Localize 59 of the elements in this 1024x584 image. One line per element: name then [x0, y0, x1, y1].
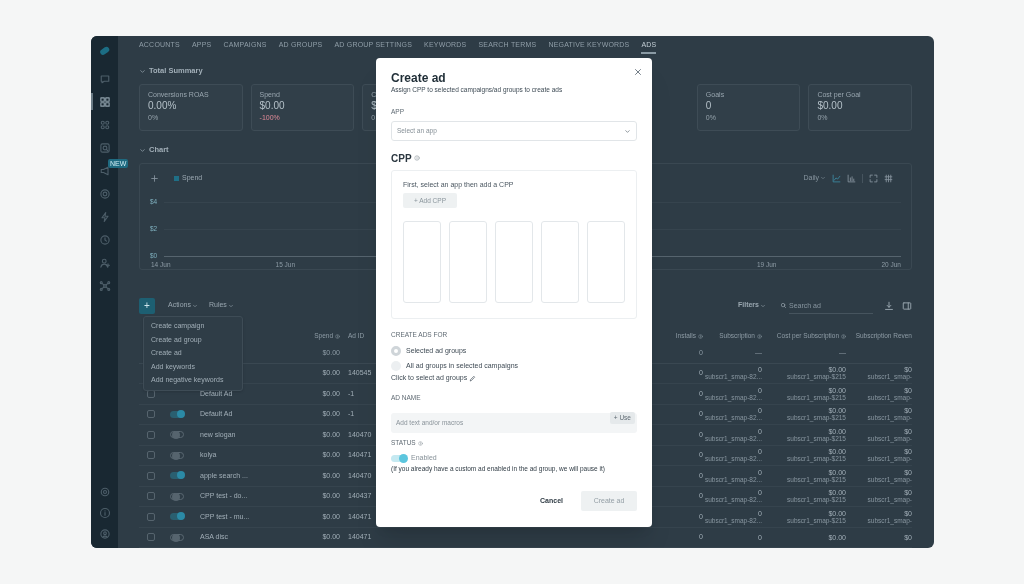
help-icon[interactable] — [413, 155, 420, 161]
cpp-slot[interactable] — [587, 221, 625, 303]
add-button[interactable]: + — [139, 297, 155, 314]
cpp-slot[interactable] — [495, 221, 533, 303]
row-checkbox[interactable] — [147, 492, 155, 501]
row-checkbox[interactable] — [147, 389, 155, 398]
info-icon[interactable] — [98, 507, 111, 519]
cpp-slot[interactable] — [403, 221, 441, 303]
help-icon[interactable] — [417, 440, 423, 446]
section-title: CPP — [391, 151, 412, 166]
info-icon — [841, 333, 846, 339]
row-checkbox[interactable] — [147, 451, 155, 460]
download-icon[interactable] — [884, 300, 894, 311]
lightning-icon[interactable] — [98, 210, 111, 223]
info-icon — [698, 333, 703, 339]
plus-icon[interactable] — [150, 173, 159, 183]
metric-value: $0.00 — [817, 101, 844, 111]
columns-icon[interactable] — [884, 173, 893, 183]
gear-icon[interactable] — [98, 486, 111, 498]
megaphone-icon[interactable] — [98, 164, 111, 177]
search-icon — [780, 302, 787, 309]
chat-bubble-icon[interactable] — [98, 72, 111, 85]
pencil-icon — [469, 375, 477, 382]
row-checkbox[interactable] — [147, 471, 155, 480]
circles-icon[interactable] — [98, 118, 111, 131]
caret-icon — [227, 302, 234, 309]
metric-value: 0 — [705, 101, 713, 111]
user-icon[interactable] — [98, 256, 111, 269]
panel-icon[interactable] — [902, 300, 912, 311]
metric-value: 0.00% — [148, 101, 178, 111]
target-icon[interactable] — [98, 187, 111, 200]
toggle-switch[interactable] — [170, 513, 184, 521]
info-icon — [757, 333, 762, 339]
magnifier-icon[interactable] — [98, 141, 111, 154]
chevron-down-icon — [624, 127, 631, 135]
nodes-icon[interactable] — [98, 279, 111, 292]
toggle-switch[interactable] — [391, 454, 407, 462]
caret-icon — [760, 302, 766, 309]
close-icon[interactable] — [633, 67, 643, 77]
toggle-switch[interactable] — [170, 472, 184, 480]
cpp-slot[interactable] — [449, 221, 487, 303]
cpp-slot[interactable] — [541, 221, 579, 303]
bar-chart-icon[interactable] — [847, 173, 856, 183]
row-checkbox[interactable] — [147, 533, 155, 542]
dialog-title: Create ad — [391, 72, 447, 84]
grid-icon[interactable] — [98, 95, 111, 108]
caret-icon — [191, 302, 198, 309]
info-icon — [335, 333, 340, 339]
caret-icon — [820, 175, 826, 181]
line-chart-icon[interactable] — [832, 173, 841, 183]
row-checkbox[interactable] — [147, 512, 155, 521]
user-circle-icon[interactable] — [98, 528, 111, 540]
radio-button[interactable] — [391, 346, 401, 356]
row-checkbox[interactable] — [147, 410, 155, 419]
metric-value: $0.00 — [259, 101, 286, 111]
fullscreen-icon[interactable] — [869, 173, 878, 183]
clock-icon[interactable] — [98, 233, 111, 246]
row-checkbox[interactable] — [147, 430, 155, 439]
toggle-switch[interactable] — [170, 410, 184, 418]
